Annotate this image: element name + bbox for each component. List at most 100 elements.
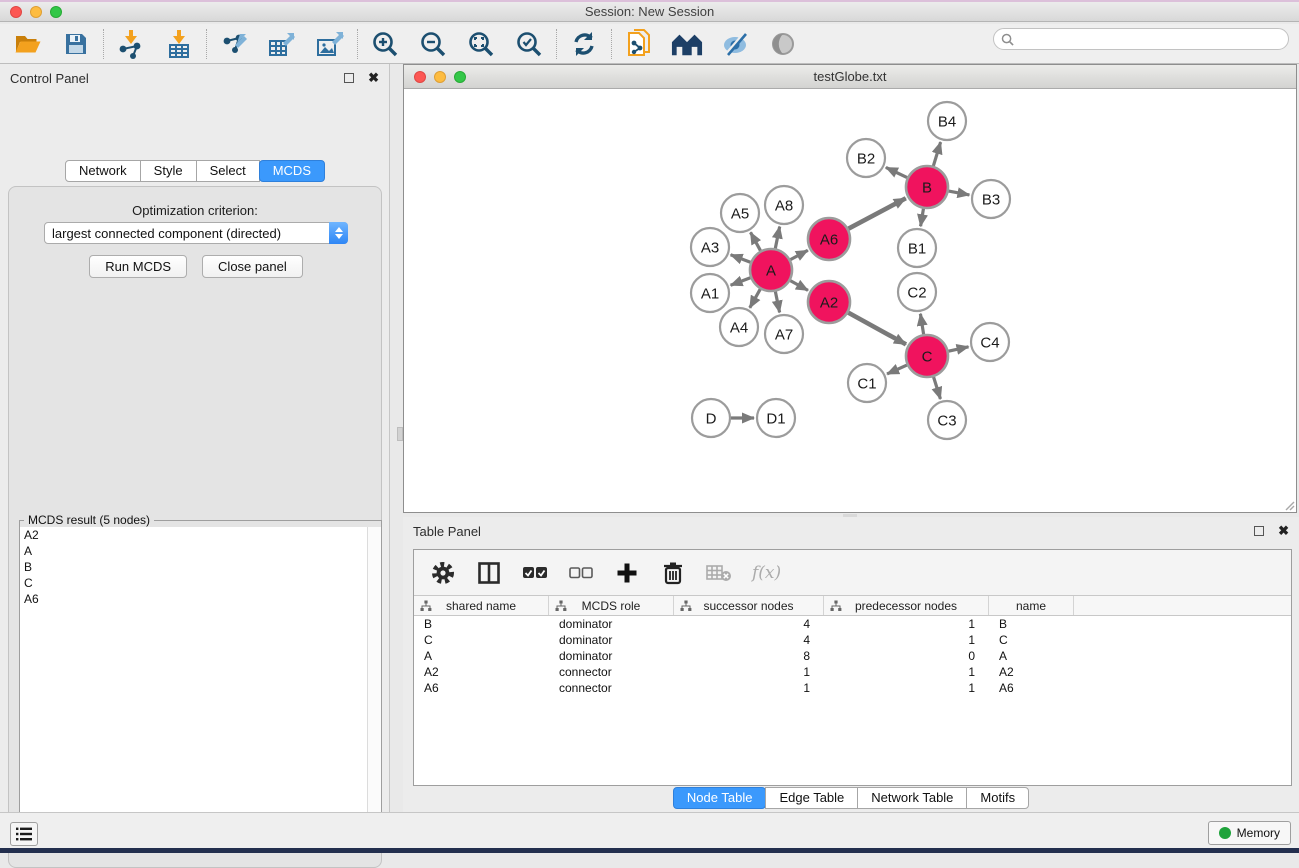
node-B1[interactable]: B1 — [898, 229, 936, 267]
tab-node-table[interactable]: Node Table — [673, 787, 767, 809]
zoom-window-button[interactable] — [50, 6, 62, 18]
edge-A6-B[interactable] — [848, 198, 905, 228]
node-D1[interactable]: D1 — [757, 399, 795, 437]
open-session-icon[interactable] — [12, 28, 44, 60]
tab-select[interactable]: Select — [196, 160, 260, 182]
node-B[interactable]: B — [906, 166, 948, 208]
node-C3[interactable]: C3 — [928, 401, 966, 439]
node-A4[interactable]: A4 — [720, 308, 758, 346]
edge-A-A7[interactable] — [775, 292, 779, 313]
edge-C-C2[interactable] — [920, 314, 923, 335]
network-minimize-button[interactable] — [434, 71, 446, 83]
tab-motifs[interactable]: Motifs — [966, 787, 1029, 809]
network-graph[interactable]: AA6A2BCA1A3A4A5A7A8B1B2B3B4C1C2C3C4DD1 — [404, 89, 1296, 512]
node-B4[interactable]: B4 — [928, 102, 966, 140]
edge-A-A8[interactable] — [775, 227, 779, 249]
edge-A-A2[interactable] — [790, 281, 808, 291]
node-A5[interactable]: A5 — [721, 194, 759, 232]
table-row[interactable]: A6connector11A6 — [414, 680, 1291, 696]
edge-A-A1[interactable] — [731, 278, 751, 285]
result-list-item[interactable]: A2 — [20, 527, 381, 543]
refresh-layout-icon[interactable] — [568, 28, 600, 60]
zoom-in-icon[interactable] — [369, 28, 401, 60]
result-list-item[interactable]: A6 — [20, 591, 381, 607]
zoom-fit-icon[interactable] — [465, 28, 497, 60]
table-row[interactable]: Cdominator41C — [414, 632, 1291, 648]
import-network-icon[interactable] — [115, 28, 147, 60]
table-row[interactable]: A2connector11A2 — [414, 664, 1291, 680]
network-close-button[interactable] — [414, 71, 426, 83]
node-C4[interactable]: C4 — [971, 323, 1009, 361]
tab-mcds[interactable]: MCDS — [259, 160, 325, 182]
node-A1[interactable]: A1 — [691, 274, 729, 312]
export-table-icon[interactable] — [266, 28, 298, 60]
delete-column-trash-icon[interactable] — [660, 560, 686, 586]
criterion-dropdown[interactable]: largest connected component (directed) — [44, 222, 348, 244]
network-zoom-button[interactable] — [454, 71, 466, 83]
search-input[interactable] — [1018, 30, 1288, 48]
tab-style[interactable]: Style — [140, 160, 197, 182]
tab-network-table[interactable]: Network Table — [857, 787, 967, 809]
edge-B-B3[interactable] — [949, 191, 970, 195]
clone-network-icon[interactable] — [623, 28, 655, 60]
resize-grip-icon[interactable] — [1283, 499, 1295, 511]
column-header-shared-name[interactable]: shared name — [414, 596, 549, 615]
zoom-out-icon[interactable] — [417, 28, 449, 60]
edge-A-A4[interactable] — [750, 289, 760, 308]
edge-B-B1[interactable] — [921, 209, 924, 227]
node-A8[interactable]: A8 — [765, 186, 803, 224]
table-row[interactable]: Bdominator41B — [414, 616, 1291, 632]
column-header-MCDS-role[interactable]: MCDS role — [549, 596, 674, 615]
float-table-panel-icon[interactable] — [1254, 526, 1264, 536]
node-D[interactable]: D — [692, 399, 730, 437]
edge-A-A5[interactable] — [751, 232, 761, 250]
float-panel-icon[interactable] — [344, 73, 354, 83]
close-table-panel-icon[interactable]: ✖ — [1278, 526, 1289, 536]
edge-A2-C[interactable] — [848, 313, 906, 345]
tab-network[interactable]: Network — [65, 160, 141, 182]
select-all-icon[interactable] — [522, 560, 548, 586]
edge-A-A3[interactable] — [731, 255, 751, 262]
edge-C-C4[interactable] — [948, 347, 968, 351]
deselect-all-icon[interactable] — [568, 560, 594, 586]
edge-C-C3[interactable] — [934, 377, 941, 399]
window-controls[interactable] — [10, 6, 62, 18]
show-details-icon[interactable] — [767, 28, 799, 60]
tab-edge-table[interactable]: Edge Table — [765, 787, 858, 809]
result-list-item[interactable]: C — [20, 575, 381, 591]
hide-details-icon[interactable] — [719, 28, 751, 60]
result-list-item[interactable]: B — [20, 559, 381, 575]
export-network-icon[interactable] — [218, 28, 250, 60]
edge-A-A6[interactable] — [790, 250, 807, 259]
export-image-icon[interactable] — [314, 28, 346, 60]
minimize-window-button[interactable] — [30, 6, 42, 18]
result-list-item[interactable]: A — [20, 543, 381, 559]
column-header-predecessor-nodes[interactable]: predecessor nodes — [824, 596, 989, 615]
edge-B-B2[interactable] — [886, 167, 907, 177]
node-A[interactable]: A — [750, 249, 792, 291]
network-canvas[interactable]: AA6A2BCA1A3A4A5A7A8B1B2B3B4C1C2C3C4DD1 — [404, 89, 1296, 512]
close-panel-button[interactable]: Close panel — [202, 255, 303, 278]
save-session-icon[interactable] — [60, 28, 92, 60]
add-column-icon[interactable] — [614, 560, 640, 586]
node-B2[interactable]: B2 — [847, 139, 885, 177]
show-columns-icon[interactable] — [476, 560, 502, 586]
run-mcds-button[interactable]: Run MCDS — [89, 255, 187, 278]
splitter-handle[interactable] — [397, 427, 403, 441]
table-row[interactable]: Adominator80A — [414, 648, 1291, 664]
node-A3[interactable]: A3 — [691, 228, 729, 266]
node-C[interactable]: C — [906, 335, 948, 377]
node-C2[interactable]: C2 — [898, 273, 936, 311]
table-settings-gear-icon[interactable] — [430, 560, 456, 586]
task-history-button[interactable] — [10, 822, 38, 846]
edge-C-C1[interactable] — [887, 365, 907, 374]
import-table-icon[interactable] — [163, 28, 195, 60]
edge-B-B4[interactable] — [933, 142, 940, 166]
column-header-successor-nodes[interactable]: successor nodes — [674, 596, 824, 615]
node-A7[interactable]: A7 — [765, 315, 803, 353]
ndex-home-icon[interactable] — [671, 28, 703, 60]
column-header-name[interactable]: name — [989, 596, 1074, 615]
mcds-result-list[interactable]: A2ABCA6 — [20, 527, 381, 849]
close-panel-icon[interactable]: ✖ — [368, 73, 379, 83]
node-C1[interactable]: C1 — [848, 364, 886, 402]
